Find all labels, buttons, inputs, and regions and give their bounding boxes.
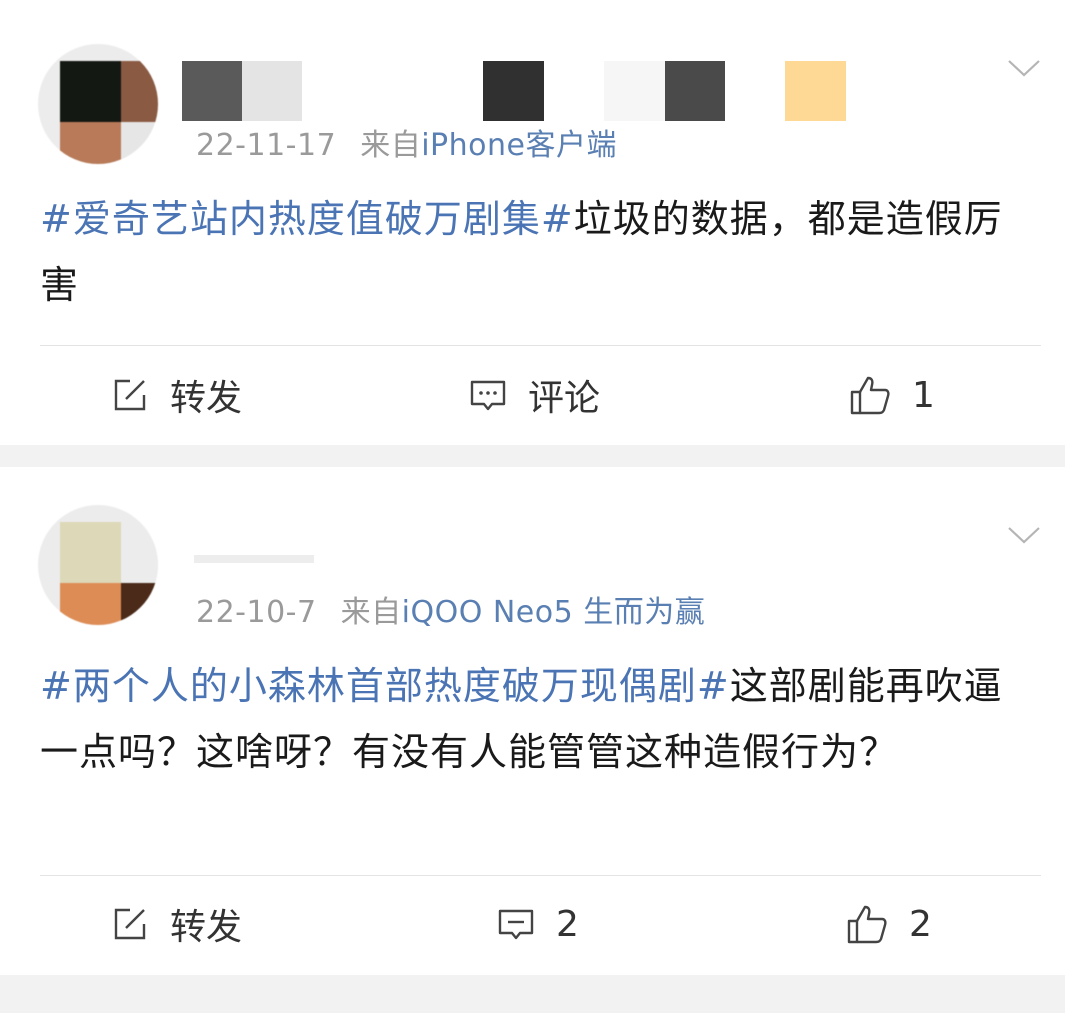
comment-button[interactable]: 评论 bbox=[468, 350, 600, 440]
post-meta: 22-11-17 来自iPhone客户端 bbox=[196, 120, 617, 164]
repost-button[interactable]: 转发 bbox=[110, 350, 242, 440]
avatar[interactable] bbox=[38, 44, 158, 164]
source-prefix: 来自 bbox=[340, 595, 402, 630]
post-card: 22-10-7 来自iQOO Neo5 生而为赢 #两个人的小森林首部热度破万现… bbox=[0, 467, 1065, 975]
chevron-down-icon[interactable] bbox=[1007, 58, 1041, 78]
comment-button[interactable]: 2 bbox=[496, 879, 579, 969]
thumbs-up-icon bbox=[847, 905, 887, 944]
divider bbox=[40, 875, 1041, 876]
like-count: 1 bbox=[912, 374, 935, 416]
comment-bubble-icon bbox=[470, 380, 506, 411]
divider bbox=[40, 345, 1041, 346]
topic-link[interactable]: #爱奇艺站内热度值破万剧集# bbox=[40, 197, 574, 241]
like-count: 2 bbox=[909, 903, 932, 945]
thumbs-up-icon bbox=[850, 376, 890, 415]
post-date: 22-10-7 bbox=[196, 595, 317, 630]
post-date: 22-11-17 bbox=[196, 128, 337, 163]
username-redacted[interactable] bbox=[182, 61, 846, 121]
avatar[interactable] bbox=[38, 505, 158, 625]
post-content: #两个人的小森林首部热度破万现偶剧#这部剧能再吹逼一点吗？这啥呀？有没有人能管管… bbox=[40, 653, 1033, 785]
comment-count: 2 bbox=[556, 903, 579, 945]
comment-label: 评论 bbox=[528, 378, 601, 419]
action-bar: 转发 2 2 bbox=[0, 879, 1065, 969]
weibo-comment-feed: 22-11-17 来自iPhone客户端 #爱奇艺站内热度值破万剧集#垃圾的数据… bbox=[0, 0, 1065, 1013]
post-meta: 22-10-7 来自iQOO Neo5 生而为赢 bbox=[196, 587, 705, 631]
source-prefix: 来自 bbox=[360, 128, 422, 163]
repost-label: 转发 bbox=[170, 907, 243, 948]
post-content: #爱奇艺站内热度值破万剧集#垃圾的数据，都是造假厉害 bbox=[40, 186, 1033, 318]
chevron-down-icon[interactable] bbox=[1007, 525, 1041, 545]
like-button[interactable]: 2 bbox=[845, 879, 932, 969]
post-source[interactable]: iQOO Neo5 生而为赢 bbox=[402, 595, 706, 630]
comment-bubble-icon bbox=[498, 909, 534, 940]
post-source[interactable]: iPhone客户端 bbox=[421, 128, 617, 163]
like-button[interactable]: 1 bbox=[848, 350, 935, 440]
repost-label: 转发 bbox=[170, 378, 243, 419]
action-bar: 转发 评论 1 bbox=[0, 350, 1065, 440]
post-card: 22-11-17 来自iPhone客户端 #爱奇艺站内热度值破万剧集#垃圾的数据… bbox=[0, 0, 1065, 445]
repost-button[interactable]: 转发 bbox=[110, 879, 242, 969]
topic-link[interactable]: #两个人的小森林首部热度破万现偶剧# bbox=[40, 664, 730, 708]
edit-square-icon bbox=[114, 379, 146, 411]
edit-square-icon bbox=[114, 908, 146, 940]
